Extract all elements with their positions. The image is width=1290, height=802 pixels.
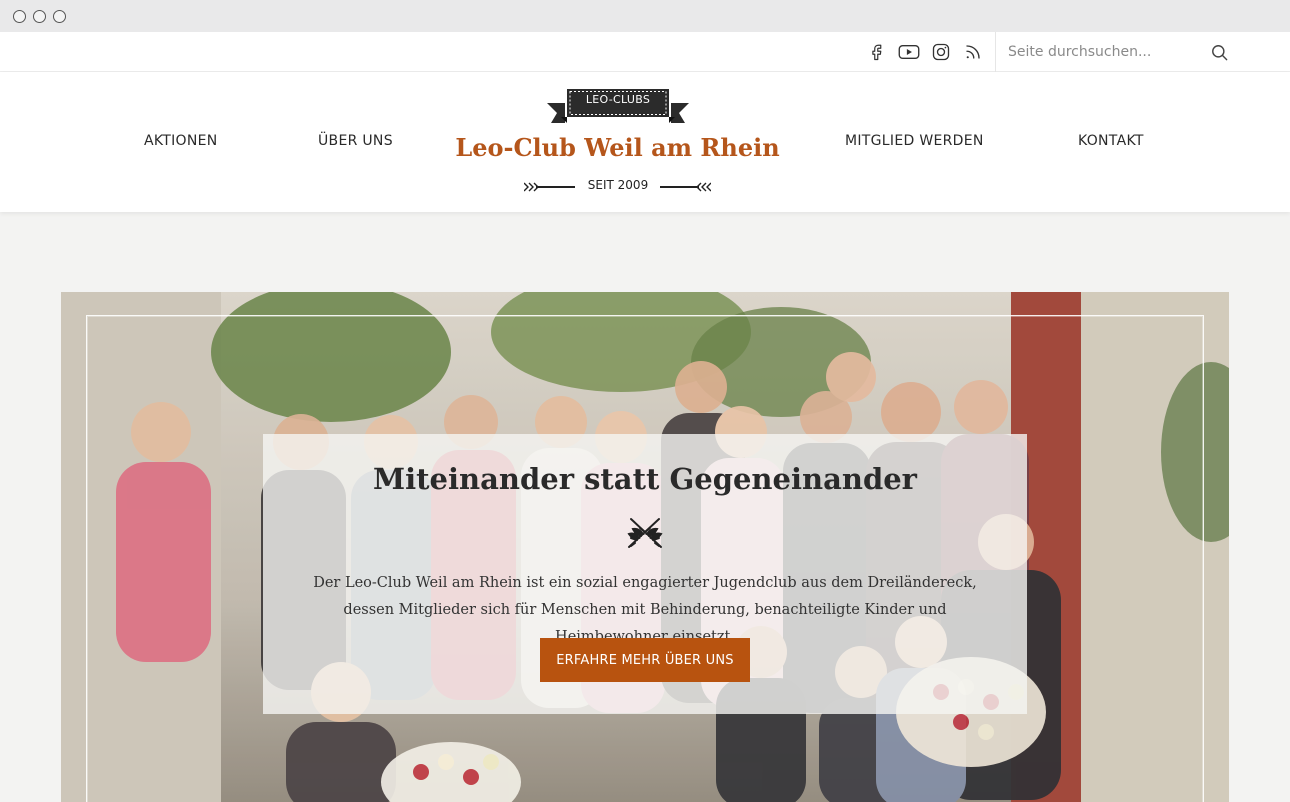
nav-item-kontakt[interactable]: KONTAKT (1078, 133, 1144, 149)
utility-bar (0, 32, 1290, 72)
site-logo[interactable]: LEO-CLUBS Leo-Club Weil am Rhein SEIT 20… (440, 87, 795, 202)
search-input[interactable] (1008, 41, 1198, 63)
arrow-left-ornament-icon (660, 182, 711, 192)
nav-item-mitglied-werden[interactable]: MITGLIED WERDEN (845, 133, 984, 149)
window-maximize-button[interactable] (53, 10, 66, 23)
browser-titlebar (0, 0, 1290, 32)
logo-since: SEIT 2009 (587, 178, 649, 192)
search-box (995, 32, 1240, 72)
instagram-icon[interactable] (929, 32, 953, 72)
window-close-button[interactable] (13, 10, 26, 23)
hero-title: Miteinander statt Gegeneinander (373, 462, 917, 496)
logo-title: Leo-Club Weil am Rhein (455, 133, 780, 162)
nav-item-ueber-uns[interactable]: ÜBER UNS (318, 133, 393, 149)
youtube-icon[interactable] (897, 32, 921, 72)
search-icon[interactable] (1208, 41, 1230, 63)
learn-more-button[interactable]: ERFAHRE MEHR ÜBER UNS (540, 638, 750, 682)
arrow-right-ornament-icon (524, 182, 575, 192)
logo-since-row: SEIT 2009 (524, 178, 712, 196)
logo-ribbon-label: LEO-CLUBS (585, 93, 651, 106)
site-header: AKTIONEN ÜBER UNS MITGLIED WERDEN KONTAK… (0, 72, 1290, 212)
hero-section: Miteinander statt Gegeneinander Der Leo-… (61, 292, 1229, 802)
crossed-branches-icon (627, 518, 663, 548)
nav-item-aktionen[interactable]: AKTIONEN (144, 133, 218, 149)
rss-icon[interactable] (961, 32, 985, 72)
window-minimize-button[interactable] (33, 10, 46, 23)
hero-content-box: Miteinander statt Gegeneinander Der Leo-… (263, 434, 1027, 714)
facebook-icon[interactable] (865, 32, 889, 72)
